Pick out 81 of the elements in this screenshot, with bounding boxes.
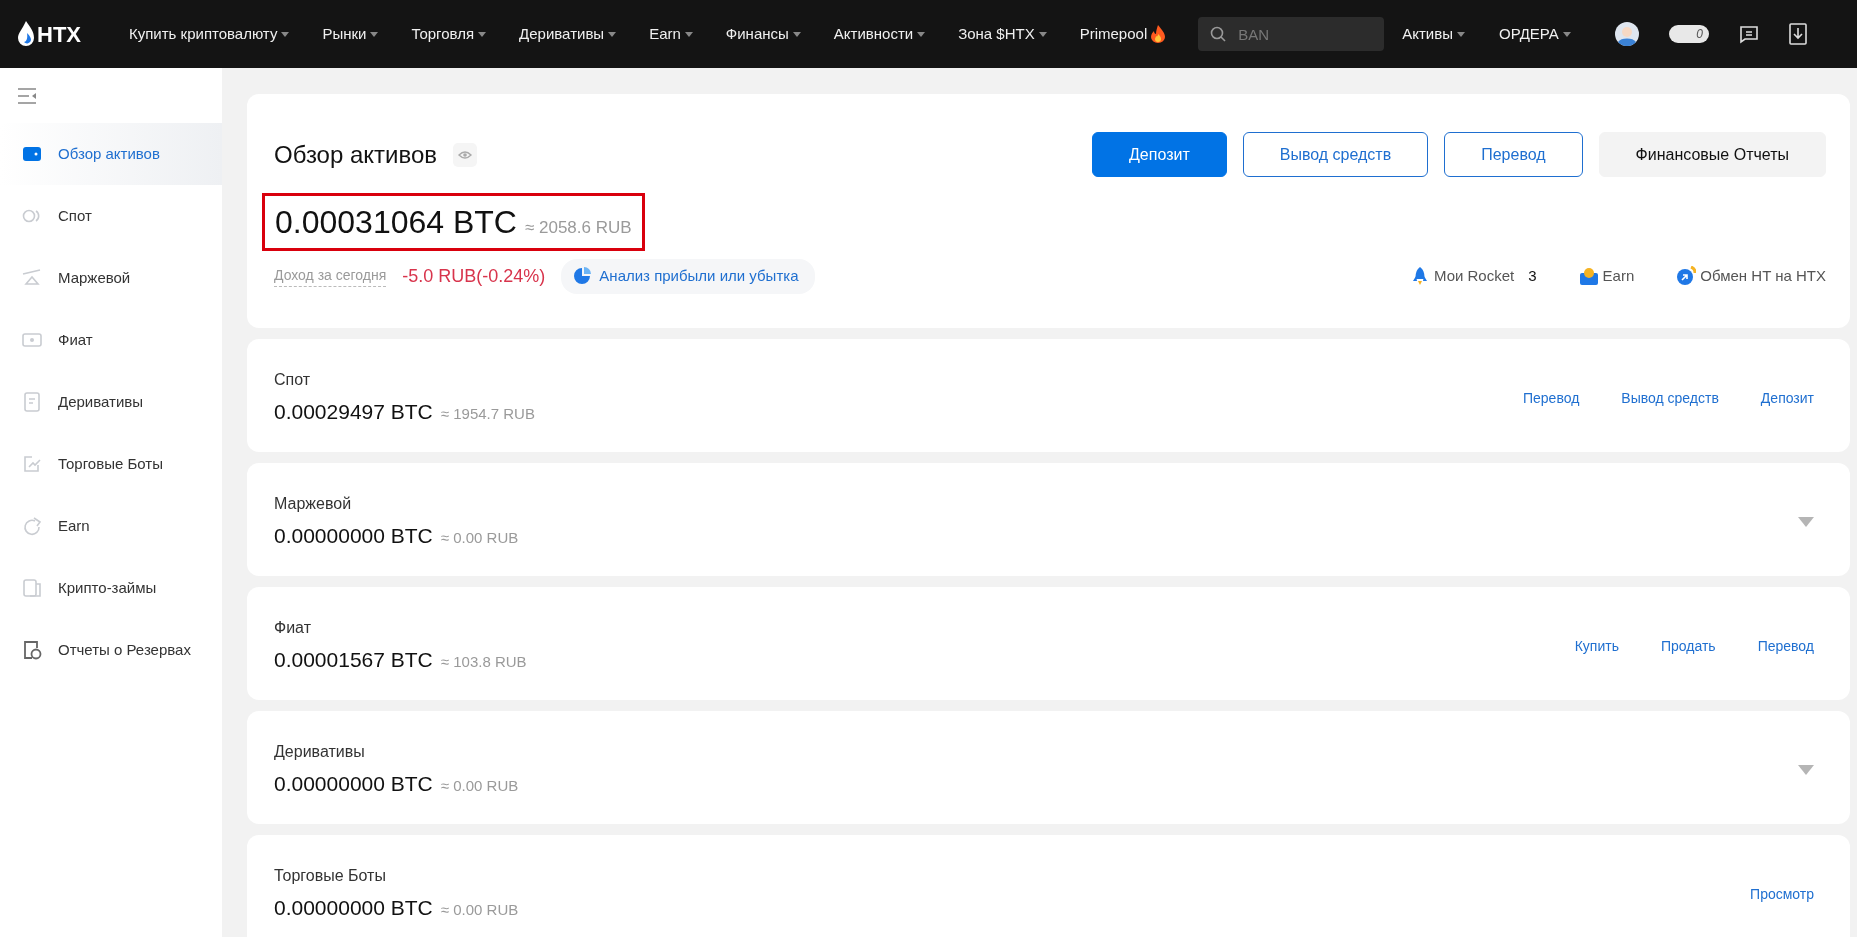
toggle-switch[interactable]: 0: [1668, 25, 1709, 43]
page-title: Обзор активов: [274, 139, 438, 170]
rocket-icon: [1410, 266, 1430, 287]
account-title: Фиат: [274, 618, 312, 639]
expand-caret-icon[interactable]: [1798, 765, 1814, 775]
document-icon: [22, 392, 42, 412]
pie-chart-icon: [573, 267, 592, 286]
account-title: Спот: [274, 370, 312, 391]
nav-menu-item[interactable]: Торговля: [411, 22, 487, 46]
nav-menu-item[interactable]: ОРДЕРА: [1499, 22, 1571, 46]
banknote-icon: [22, 330, 42, 350]
caret-icon: [478, 31, 487, 37]
nav-menu-item[interactable]: Активности: [833, 22, 926, 46]
nav-menu-item[interactable]: Купить криптовалюту: [129, 22, 290, 46]
account-action-link[interactable]: Просмотр: [1750, 883, 1814, 905]
action-button[interactable]: Депозит: [1092, 132, 1227, 177]
action-button[interactable]: Перевод: [1444, 132, 1583, 177]
account-approx: ≈ 0.00 RUB: [440, 900, 519, 921]
account-balance: 0.00029497 BTC: [274, 399, 433, 426]
caret-icon: [1562, 31, 1571, 37]
circle-arrow-icon: [22, 516, 42, 536]
expand-caret-icon[interactable]: [1798, 517, 1814, 527]
quick-link[interactable]: Earn: [1578, 265, 1635, 288]
flame-icon: [1151, 25, 1166, 43]
collapse-menu-icon[interactable]: [18, 87, 38, 104]
quick-link[interactable]: Обмен HT на HTX: [1676, 265, 1826, 288]
exchange-icon: [1676, 266, 1697, 287]
caret-icon: [1038, 31, 1047, 37]
nav-menu-item[interactable]: Зона $HTX: [958, 22, 1047, 46]
total-balance: 0.00031064 BTC: [275, 203, 517, 242]
avatar-icon[interactable]: [1614, 22, 1639, 46]
account-action-link[interactable]: Перевод: [1757, 635, 1814, 657]
wallet-icon: [22, 144, 42, 164]
nav-menu-item[interactable]: Рынки: [322, 22, 379, 46]
search-field[interactable]: BAN: [1198, 17, 1385, 51]
account-action-link[interactable]: Депозит: [1760, 387, 1814, 409]
account-action-link[interactable]: Вывод средств: [1621, 387, 1719, 409]
account-balance: 0.00000000 BTC: [274, 523, 433, 550]
account-action-link[interactable]: Продать: [1660, 635, 1716, 657]
account-balance: 0.00000000 BTC: [274, 895, 433, 922]
report-icon: [22, 640, 42, 660]
account-title: Торговые Боты: [274, 866, 387, 887]
caret-icon: [281, 31, 290, 37]
caret-icon: [917, 31, 926, 37]
nav-menu-item[interactable]: Финансы: [725, 22, 801, 46]
caret-icon: [608, 31, 617, 37]
flame-logo-icon: [18, 21, 34, 47]
nav-menu-item[interactable]: Primepool: [1079, 22, 1166, 46]
income-value: -5.0 RUB(-0.24%): [402, 264, 546, 288]
account-title: Маржевой: [274, 494, 353, 515]
caret-icon: [1457, 31, 1465, 37]
account-approx: ≈ 0.00 RUB: [440, 528, 519, 549]
nav-menu-item[interactable]: Earn: [649, 22, 693, 46]
account-balance: 0.00000000 BTC: [274, 771, 433, 798]
wallet-icon: [1578, 266, 1599, 287]
account-action-link[interactable]: Перевод: [1523, 387, 1580, 409]
eye-icon[interactable]: [453, 142, 478, 167]
scale-icon: [22, 268, 42, 288]
card-icon: [22, 578, 42, 598]
caret-icon: [684, 31, 693, 37]
account-title: Деривативы: [274, 742, 366, 763]
account-action-link[interactable]: Купить: [1574, 635, 1619, 657]
caret-icon: [370, 31, 379, 37]
total-approx: ≈ 2058.6 RUB: [524, 217, 632, 239]
account-approx: ≈ 1954.7 RUB: [440, 404, 535, 425]
account-balance: 0.00001567 BTC: [274, 647, 433, 674]
account-approx: ≈ 103.8 RUB: [440, 652, 527, 673]
search-icon: [1210, 26, 1227, 42]
quick-link[interactable]: Мои Rocket: [1410, 265, 1515, 288]
logo-text[interactable]: HTX: [37, 17, 81, 51]
chart-icon: [22, 454, 42, 474]
caret-icon: [792, 31, 801, 37]
action-button[interactable]: Финансовые Отчеты: [1598, 132, 1826, 177]
download-icon[interactable]: [1788, 23, 1807, 45]
pnl-analysis-link[interactable]: Анализ прибыли или убытка: [561, 259, 815, 294]
nav-menu-item[interactable]: Активы: [1402, 22, 1465, 46]
action-button[interactable]: Вывод средств: [1242, 132, 1429, 177]
rocket-count: 3: [1528, 266, 1537, 286]
nav-menu-item[interactable]: Деривативы: [519, 22, 617, 46]
message-icon[interactable]: [1738, 24, 1759, 44]
account-approx: ≈ 0.00 RUB: [440, 776, 519, 797]
